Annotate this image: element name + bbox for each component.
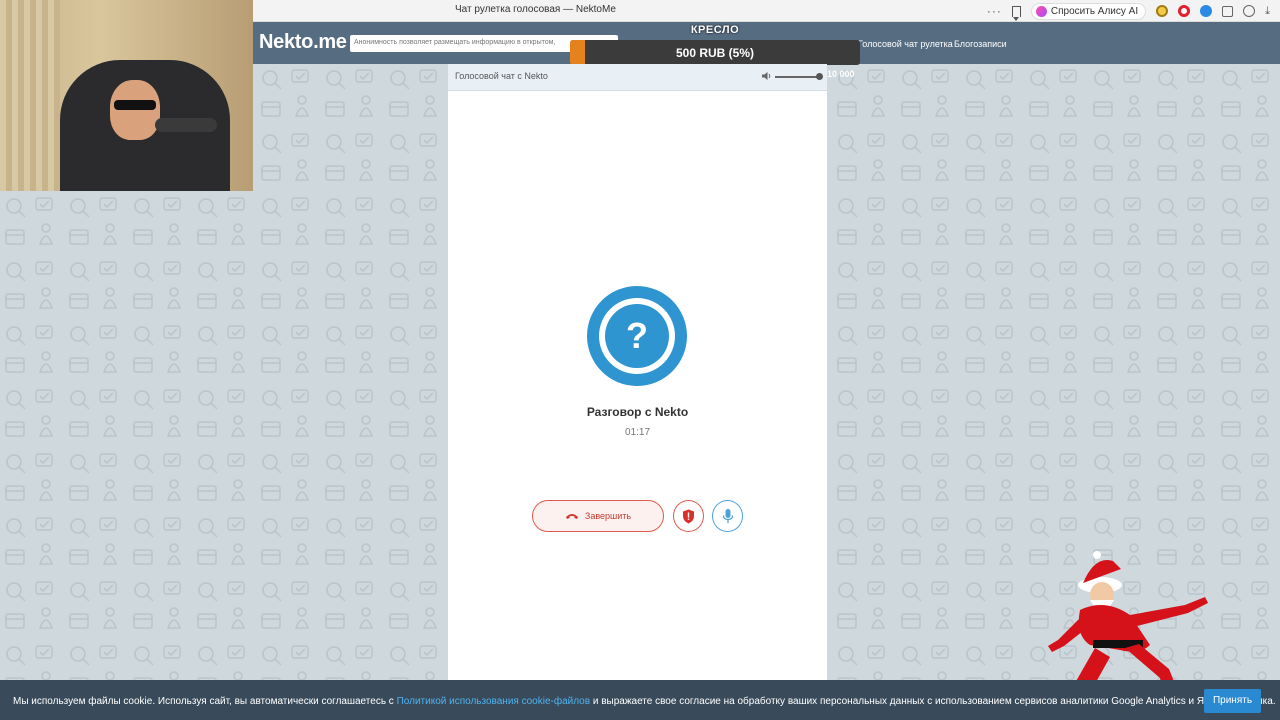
volume-slider[interactable]: [775, 73, 823, 80]
donation-progress-bar: 500 RUB (5%): [570, 40, 860, 65]
site-logo[interactable]: Nekto.me: [259, 31, 347, 54]
voice-chat-panel: Голосовой чат с Nekto ? Разговор с Nekto…: [448, 64, 827, 680]
webcam-glasses: [114, 100, 156, 110]
download-icon[interactable]: ⤓: [1265, 5, 1270, 18]
volume-knob[interactable]: [816, 73, 823, 80]
nav-blog[interactable]: Блогозаписи: [954, 39, 1007, 49]
alice-icon: [1035, 5, 1047, 17]
end-call-button[interactable]: Завершить: [532, 500, 664, 532]
extension-opera-icon[interactable]: [1178, 5, 1191, 17]
nav-voice-chat[interactable]: Голосовой чат рулетка: [858, 39, 953, 49]
webcam-curtain: [0, 0, 60, 191]
cookie-text: Мы используем файлы cookie. Используя са…: [13, 696, 1276, 707]
extension-blue-icon[interactable]: [1200, 5, 1213, 17]
webcam-face: [110, 80, 160, 140]
cookie-text-before: Мы используем файлы cookie. Используя са…: [13, 696, 397, 707]
browser-tab-title: Чат рулетка голосовая — NektoMe: [455, 4, 616, 15]
extensions-puzzle-icon[interactable]: [1222, 5, 1234, 17]
chat-panel-header: Голосовой чат с Nekto: [448, 64, 827, 91]
donation-max: 10 000: [827, 69, 855, 79]
accept-cookies-button[interactable]: Принять: [1204, 689, 1261, 713]
webcam-overlay: [0, 0, 253, 191]
hang-up-icon: [565, 514, 578, 519]
conversation-timer: 01:17: [624, 427, 651, 438]
browser-tools: ··· Спросить Алису AI ⤓: [987, 2, 1270, 21]
conversation-title: Разговор с Nekto: [586, 405, 689, 419]
end-call-label: Завершить: [584, 511, 632, 521]
avatar-ring: ?: [599, 298, 675, 374]
donation-title: КРЕСЛО: [690, 24, 740, 36]
chat-panel-title: Голосовой чат с Nekto: [455, 71, 548, 81]
alice-label: Спросить Алису AI: [1050, 5, 1139, 17]
volume-icon[interactable]: [762, 71, 772, 81]
shield-icon: [683, 509, 694, 523]
cookie-policy-link[interactable]: Политикой использования cookie-файлов: [397, 696, 590, 707]
cookie-banner: Мы используем файлы cookie. Используя са…: [0, 680, 1280, 720]
webcam-microphone: [155, 118, 217, 132]
bookmark-icon[interactable]: [1011, 5, 1021, 21]
extension-coin-icon[interactable]: [1156, 5, 1169, 17]
donation-amount: 500 RUB (5%): [675, 46, 755, 60]
question-icon: ?: [605, 304, 669, 368]
donation-goal: КРЕСЛО 500 RUB (5%) 0 10 000: [570, 22, 860, 79]
cookie-text-after: и выражаете свое согласие на обработку в…: [590, 696, 1276, 707]
microphone-button[interactable]: [712, 500, 743, 532]
report-button[interactable]: [673, 500, 704, 532]
microphone-icon: [722, 509, 733, 523]
media-play-icon[interactable]: [1243, 5, 1256, 17]
browser-menu-button[interactable]: ···: [987, 4, 1002, 18]
alice-button[interactable]: Спросить Алису AI: [1030, 2, 1147, 20]
partner-avatar: ?: [587, 286, 687, 386]
